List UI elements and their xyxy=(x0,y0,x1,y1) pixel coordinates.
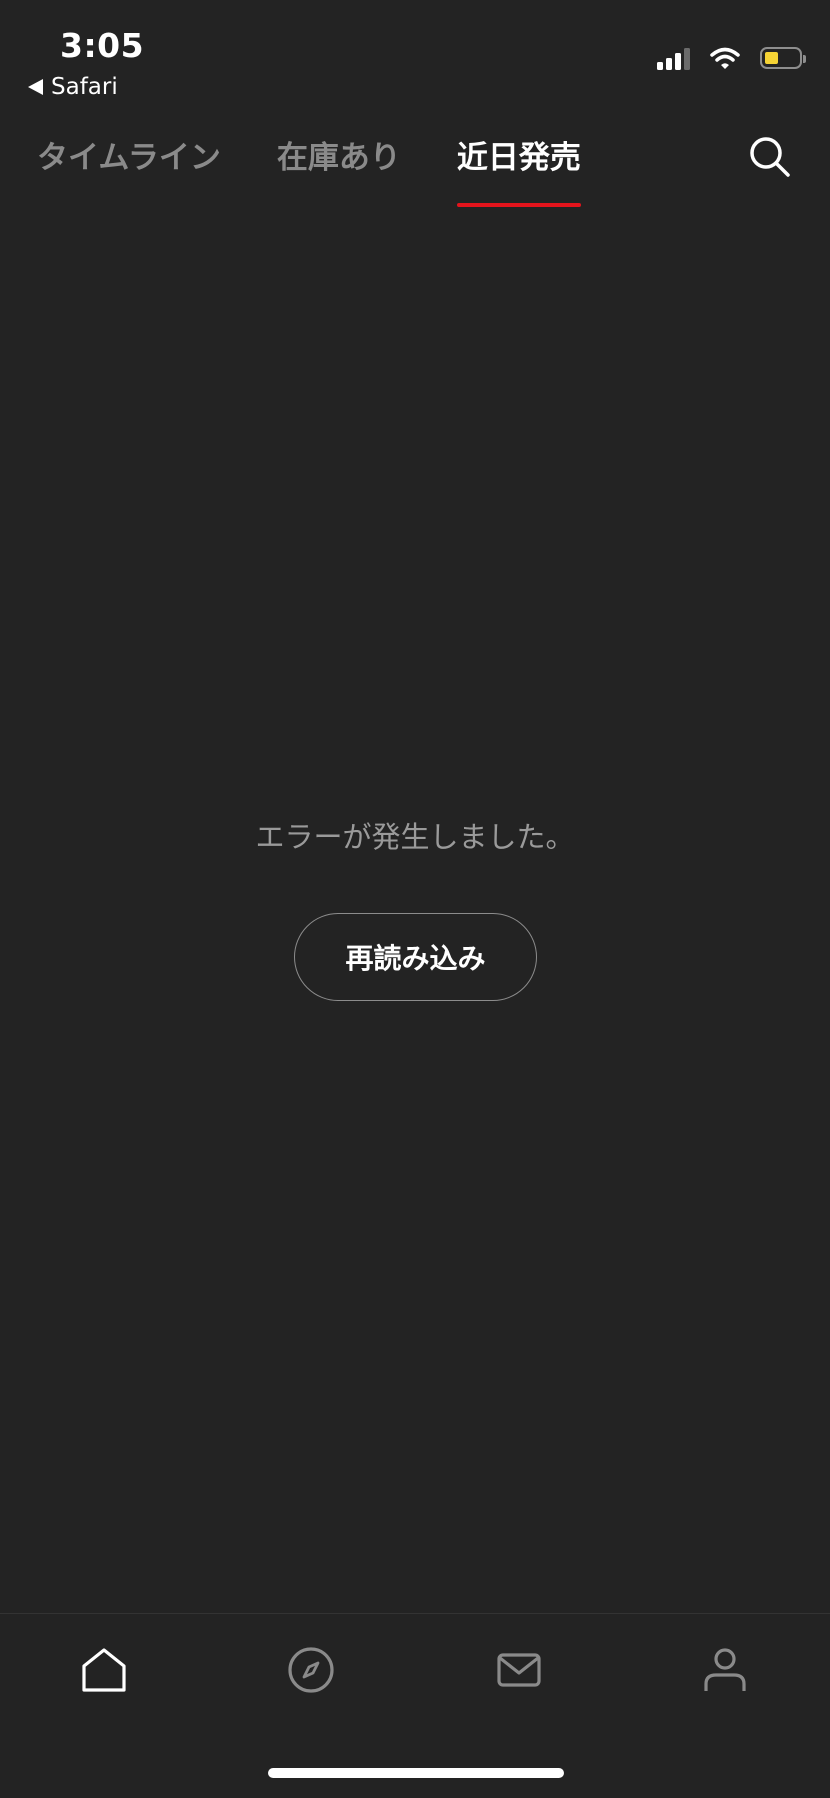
wifi-icon xyxy=(710,47,740,69)
error-message: エラーが発生しました。 xyxy=(255,820,575,854)
compass-icon[interactable] xyxy=(285,1644,337,1696)
back-arrow-icon xyxy=(28,79,43,95)
battery-icon xyxy=(760,47,806,69)
profile-icon[interactable] xyxy=(699,1644,751,1696)
signal-icon xyxy=(657,46,690,70)
tab-in-stock[interactable]: 在庫あり xyxy=(277,132,401,207)
tab-timeline[interactable]: タイムライン xyxy=(37,132,221,207)
reload-button[interactable]: 再読み込み xyxy=(294,913,537,1001)
top-tabs: タイムライン 在庫あり 近日発売 xyxy=(37,132,581,207)
status-time: 3:05 xyxy=(60,26,145,65)
search-icon[interactable] xyxy=(748,135,792,179)
mail-icon[interactable] xyxy=(493,1644,545,1696)
tab-coming-soon[interactable]: 近日発売 xyxy=(456,132,581,207)
back-label: Safari xyxy=(51,74,118,100)
home-indicator xyxy=(268,1768,564,1778)
home-icon[interactable] xyxy=(78,1644,130,1696)
battery-level xyxy=(765,52,778,64)
back-to-safari-link[interactable]: Safari xyxy=(28,74,118,100)
status-icons xyxy=(657,46,806,70)
